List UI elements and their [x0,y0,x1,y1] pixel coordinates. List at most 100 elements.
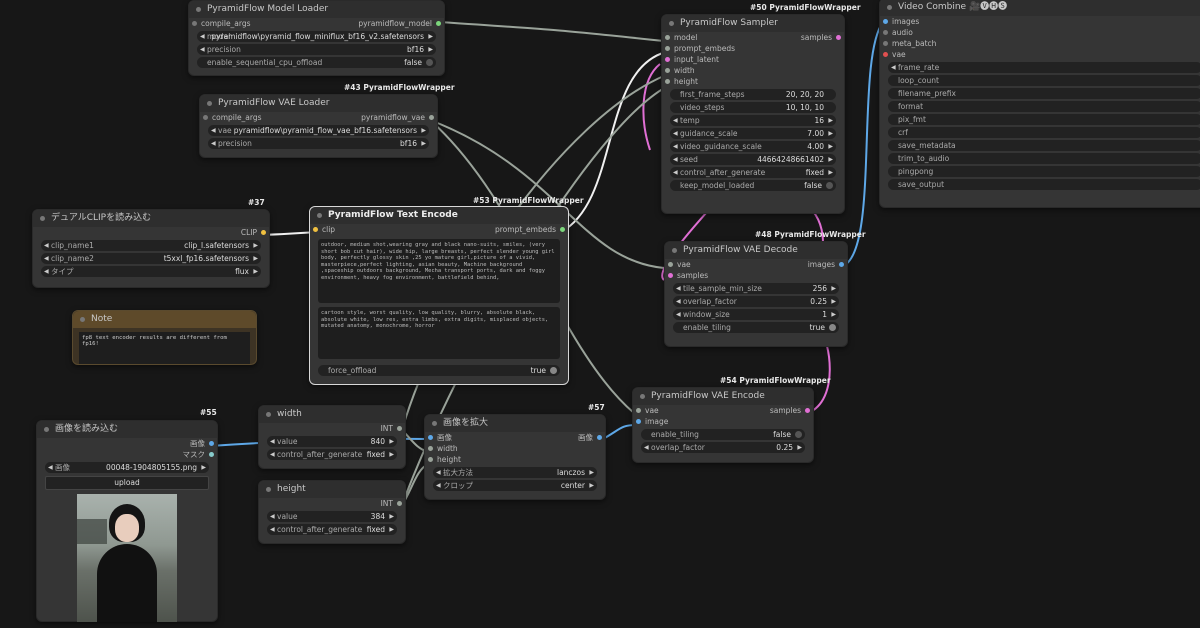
input-socket-icon[interactable] [636,419,641,424]
arrow-right-icon[interactable]: ▶ [828,167,833,178]
arrow-left-icon[interactable]: ◀ [270,524,275,535]
collapse-dot-icon[interactable] [40,216,45,221]
arrow-right-icon[interactable]: ▶ [828,154,833,165]
arrow-left-icon[interactable]: ◀ [270,449,275,460]
load-image-node[interactable]: 画像を読み込む 画像 マスク ◀ 画像 00048-1904805155.png ▶ … [36,420,218,622]
input-socket-icon[interactable] [192,21,197,26]
arrow-left-icon[interactable]: ◀ [673,167,678,178]
vae-decode-node[interactable]: PyramidFlow VAE Decode vae images samples… [664,241,848,347]
arrow-left-icon[interactable]: ◀ [673,115,678,126]
collapse-dot-icon[interactable] [672,248,677,253]
node-title[interactable]: PyramidFlow Text Encode [310,207,568,224]
collapse-dot-icon[interactable] [80,317,85,322]
input-socket-icon[interactable] [636,408,641,413]
arrow-left-icon[interactable]: ◀ [44,253,49,264]
model-loader-node[interactable]: PyramidFlow Model Loader compile_args pyr… [188,0,445,76]
tile-sample-min-size-widget[interactable]: ◀ tile_sample_min_size 256 ▶ [673,283,839,294]
arrow-right-icon[interactable]: ▶ [389,436,394,447]
input-socket-icon[interactable] [883,52,888,57]
node-title[interactable]: 画像を拡大 [425,415,605,432]
collapse-dot-icon[interactable] [669,21,674,26]
arrow-right-icon[interactable]: ▶ [831,296,836,307]
output-socket-icon[interactable] [436,21,441,26]
arrow-left-icon[interactable]: ◀ [891,62,896,73]
node-title[interactable]: width [259,406,405,423]
node-title[interactable]: PyramidFlow VAE Decode [665,242,847,259]
node-title[interactable]: PyramidFlow Sampler [662,15,844,32]
frame-rate-widget[interactable]: ◀ frame_rate [888,62,1200,73]
collapse-dot-icon[interactable] [432,421,437,426]
arrow-left-icon[interactable]: ◀ [211,125,216,136]
note-node[interactable]: Note fp8 text encoder results are differ… [72,310,257,365]
output-socket-icon[interactable] [397,501,402,506]
node-title[interactable]: Note [73,311,256,328]
collapse-dot-icon[interactable] [207,101,212,106]
trim-to-audio-widget[interactable]: trim_to_audio [888,153,1200,164]
force-offload-toggle[interactable]: force_offload true [318,365,560,376]
loop-count-widget[interactable]: loop_count [888,75,1200,86]
input-socket-icon[interactable] [665,57,670,62]
output-socket-icon[interactable] [839,262,844,267]
output-socket-icon[interactable] [597,435,602,440]
output-socket-icon[interactable] [560,227,565,232]
arrow-right-icon[interactable]: ▶ [828,141,833,152]
input-socket-icon[interactable] [313,227,318,232]
upload-button[interactable]: upload [45,476,209,490]
arrow-right-icon[interactable]: ▶ [831,309,836,320]
arrow-right-icon[interactable]: ▶ [589,467,594,478]
input-socket-icon[interactable] [883,30,888,35]
arrow-left-icon[interactable]: ◀ [673,141,678,152]
input-socket-icon[interactable] [428,446,433,451]
clip-name2-widget[interactable]: ◀ clip_name2 t5xxl_fp16.safetensors ▶ [41,253,261,264]
arrow-right-icon[interactable]: ▶ [253,240,258,251]
arrow-left-icon[interactable]: ◀ [676,283,681,294]
arrow-left-icon[interactable]: ◀ [44,240,49,251]
filename-prefix-widget[interactable]: filename_prefix [888,88,1200,99]
vae-loader-node[interactable]: PyramidFlow VAE Loader compile_args pyram… [199,94,438,158]
seed-widget[interactable]: ◀ seed 44664248661402 ▶ [670,154,836,165]
arrow-left-icon[interactable]: ◀ [270,436,275,447]
height-value-widget[interactable]: ◀ value 384 ▶ [267,511,397,522]
node-title[interactable]: PyramidFlow VAE Encode [633,388,813,405]
collapse-dot-icon[interactable] [196,7,201,12]
arrow-right-icon[interactable]: ▶ [389,524,394,535]
crop-widget[interactable]: ◀ クロップ center ▶ [433,480,597,491]
output-socket-icon[interactable] [209,452,214,457]
dual-clip-node[interactable]: デュアルCLIPを読み込む CLIP ◀ clip_name1 clip_l.saf… [32,209,270,288]
input-socket-icon[interactable] [668,262,673,267]
node-title[interactable]: Video Combine 🎥🅥🅗🅢 [880,0,1200,16]
collapse-dot-icon[interactable] [887,5,892,10]
output-socket-icon[interactable] [805,408,810,413]
control-after-generate-widget[interactable]: ◀ control_after_generate fixed ▶ [670,167,836,178]
sampler-node[interactable]: PyramidFlow Sampler model samples prompt_… [661,14,845,214]
collapse-dot-icon[interactable] [44,427,49,432]
window-size-widget[interactable]: ◀ window_size 1 ▶ [673,309,839,320]
arrow-left-icon[interactable]: ◀ [436,467,441,478]
overlap-factor-widget[interactable]: ◀ overlap_factor 0.25 ▶ [673,296,839,307]
keep-model-loaded-toggle[interactable]: keep_model_loaded false [670,180,836,191]
node-title[interactable]: デュアルCLIPを読み込む [33,210,269,227]
arrow-right-icon[interactable]: ▶ [428,31,433,42]
enable-tiling-toggle[interactable]: enable_tiling true [673,322,839,333]
arrow-right-icon[interactable]: ▶ [831,283,836,294]
arrow-left-icon[interactable]: ◀ [436,480,441,491]
pix-fmt-widget[interactable]: pix_fmt [888,114,1200,125]
arrow-right-icon[interactable]: ▶ [389,449,394,460]
input-socket-icon[interactable] [665,46,670,51]
arrow-right-icon[interactable]: ▶ [201,462,206,473]
output-socket-icon[interactable] [209,441,214,446]
vae-encode-node[interactable]: PyramidFlow VAE Encode vae samples image … [632,387,814,463]
clip-name1-widget[interactable]: ◀ clip_name1 clip_l.safetensors ▶ [41,240,261,251]
collapse-dot-icon[interactable] [317,213,322,218]
collapse-dot-icon[interactable] [640,394,645,399]
text-encode-node[interactable]: PyramidFlow Text Encode clip prompt_embed… [309,206,569,385]
arrow-left-icon[interactable]: ◀ [644,442,649,453]
positive-prompt-textarea[interactable]: outdoor, medium shot,wearing gray and bl… [318,239,560,303]
offload-toggle[interactable]: enable_sequential_cpu_offload false [197,57,436,68]
node-title[interactable]: PyramidFlow Model Loader [189,1,444,18]
save-metadata-widget[interactable]: save_metadata [888,140,1200,151]
input-socket-icon[interactable] [665,79,670,84]
video-guidance-scale-widget[interactable]: ◀ video_guidance_scale 4.00 ▶ [670,141,836,152]
precision-widget[interactable]: ◀ precision bf16 ▶ [197,44,436,55]
arrow-left-icon[interactable]: ◀ [48,462,53,473]
